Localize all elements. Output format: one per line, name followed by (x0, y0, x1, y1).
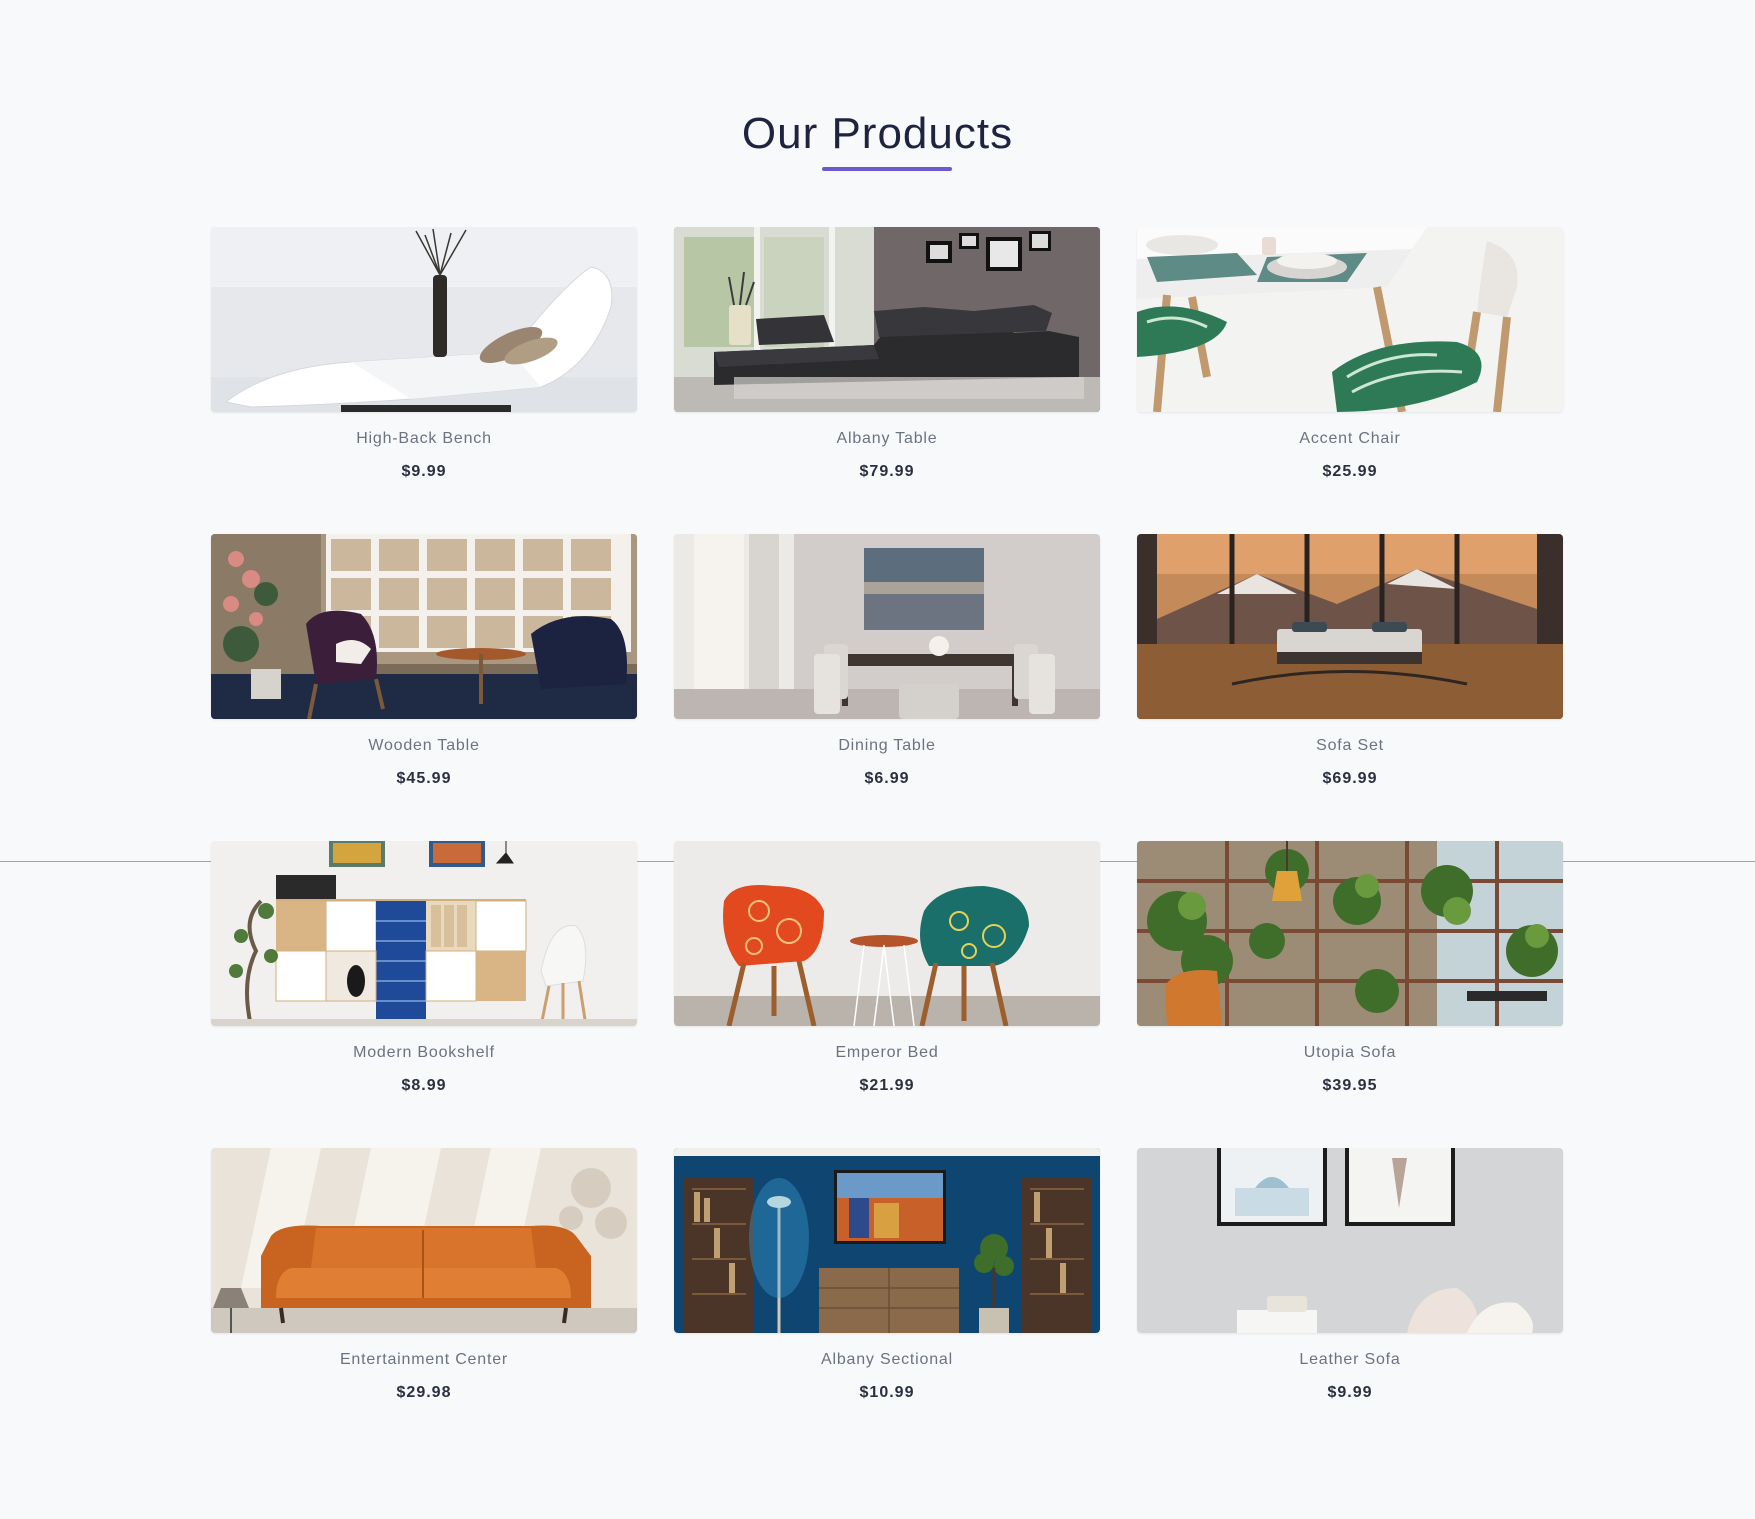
product-price: $6.99 (864, 770, 910, 787)
product-image[interactable] (674, 534, 1100, 719)
product-card[interactable]: Utopia Sofa $39.95 (1137, 841, 1563, 1148)
product-card[interactable]: Albany Table $79.99 (674, 227, 1100, 534)
product-name[interactable]: Leather Sofa (1137, 1350, 1563, 1370)
product-price: $45.99 (396, 770, 452, 787)
product-name[interactable]: Dining Table (674, 736, 1100, 756)
product-price: $10.99 (859, 1384, 915, 1401)
product-card[interactable]: Leather Sofa $9.99 (1137, 1148, 1563, 1455)
product-grid: High-Back Bench $9.99 Albany Table $79.9… (211, 227, 1563, 1455)
product-image[interactable] (674, 841, 1100, 1026)
product-name[interactable]: Emperor Bed (674, 1043, 1100, 1063)
product-image[interactable] (211, 534, 637, 719)
product-card[interactable]: Sofa Set $69.99 (1137, 534, 1563, 841)
product-name[interactable]: Albany Table (674, 429, 1100, 449)
product-price: $39.95 (1322, 1077, 1378, 1094)
product-card[interactable]: Emperor Bed $21.99 (674, 841, 1100, 1148)
product-price: $9.99 (1327, 1384, 1373, 1401)
product-image[interactable] (211, 841, 637, 1026)
product-card[interactable]: Albany Sectional $10.99 (674, 1148, 1100, 1455)
product-image[interactable] (1137, 227, 1563, 412)
product-price: $8.99 (401, 1077, 447, 1094)
product-image[interactable] (211, 1148, 637, 1333)
product-name[interactable]: Entertainment Center (211, 1350, 637, 1370)
product-name[interactable]: High-Back Bench (211, 429, 637, 449)
product-name[interactable]: Albany Sectional (674, 1350, 1100, 1370)
product-image[interactable] (211, 227, 637, 412)
product-price: $25.99 (1322, 463, 1378, 480)
product-price: $21.99 (859, 1077, 915, 1094)
section-title: Our Products (741, 109, 1014, 158)
title-underline (822, 167, 952, 171)
product-price: $9.99 (401, 463, 447, 480)
product-image[interactable] (1137, 1148, 1563, 1333)
product-price: $29.98 (396, 1384, 452, 1401)
product-name[interactable]: Utopia Sofa (1137, 1043, 1563, 1063)
product-name[interactable]: Wooden Table (211, 736, 637, 756)
product-name[interactable]: Modern Bookshelf (211, 1043, 637, 1063)
product-price: $69.99 (1322, 770, 1378, 787)
product-price: $79.99 (859, 463, 915, 480)
product-card[interactable]: High-Back Bench $9.99 (211, 227, 637, 534)
product-card[interactable]: Dining Table $6.99 (674, 534, 1100, 841)
product-card[interactable]: Accent Chair $25.99 (1137, 227, 1563, 534)
product-name[interactable]: Sofa Set (1137, 736, 1563, 756)
product-card[interactable]: Entertainment Center $29.98 (211, 1148, 637, 1455)
product-card[interactable]: Modern Bookshelf $8.99 (211, 841, 637, 1148)
product-image[interactable] (674, 1148, 1100, 1333)
product-name[interactable]: Accent Chair (1137, 429, 1563, 449)
product-image[interactable] (1137, 534, 1563, 719)
product-image[interactable] (1137, 841, 1563, 1026)
products-section: Our Products High-Back Bench $9.99 Alban… (0, 0, 1755, 1519)
product-image[interactable] (674, 227, 1100, 412)
product-card[interactable]: Wooden Table $45.99 (211, 534, 637, 841)
